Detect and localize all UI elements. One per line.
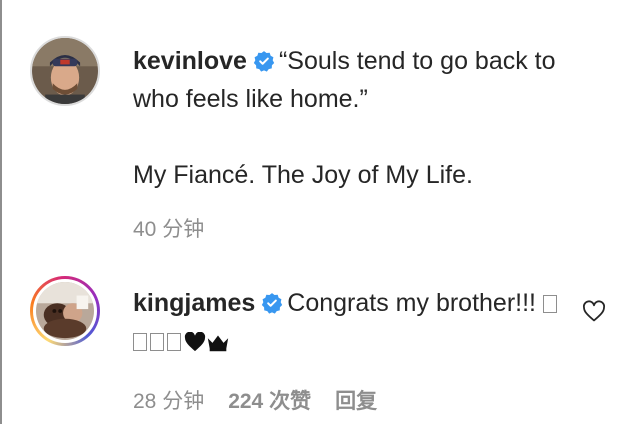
avatar-story-ring	[33, 279, 97, 343]
username-kevinlove[interactable]: kevinlove	[133, 47, 247, 75]
caption-timestamp[interactable]: 40 分钟	[133, 216, 603, 244]
caption-text: kevinlove “Souls tend to go back to who f…	[133, 42, 603, 244]
comment-meta-row: 28 分钟 224 次赞 回复	[133, 388, 573, 416]
verified-badge-icon	[253, 50, 275, 72]
heart-outline-icon	[583, 300, 605, 322]
like-comment-button[interactable]	[582, 300, 606, 324]
avatar-kingjames[interactable]	[30, 276, 100, 346]
comment-timestamp[interactable]: 28 分钟	[133, 390, 204, 413]
missing-glyph-box	[542, 295, 557, 313]
panel-border	[0, 0, 2, 424]
avatar-image	[36, 282, 94, 340]
avatar-image	[32, 38, 98, 104]
username-kingjames[interactable]: kingjames	[133, 289, 255, 317]
reply-button[interactable]: 回复	[335, 390, 377, 413]
black-heart-icon	[184, 332, 206, 352]
missing-glyph-box	[167, 333, 181, 351]
missing-glyph-box	[150, 333, 164, 351]
caption-paragraph-1: kevinlove “Souls tend to go back to who f…	[133, 42, 603, 118]
instagram-comments-panel: kevinlove “Souls tend to go back to who f…	[0, 0, 641, 424]
comment-message: Congrats my brother!!!	[287, 289, 536, 317]
crown-icon	[206, 332, 230, 352]
comment-text-block: kingjames Congrats my brother!!! 28 分钟 224…	[133, 284, 573, 416]
caption-paragraph-2: My Fiancé. The Joy of My Life.	[133, 161, 473, 189]
verified-badge-icon	[261, 292, 283, 314]
comment-body: kingjames Congrats my brother!!!	[133, 284, 573, 360]
missing-glyph-box	[133, 333, 147, 351]
comment-like-count[interactable]: 224 次赞	[228, 390, 311, 413]
comment-item: kingjames Congrats my brother!!! 28 分钟 224…	[30, 276, 630, 413]
avatar-kevinlove[interactable]	[30, 36, 100, 106]
